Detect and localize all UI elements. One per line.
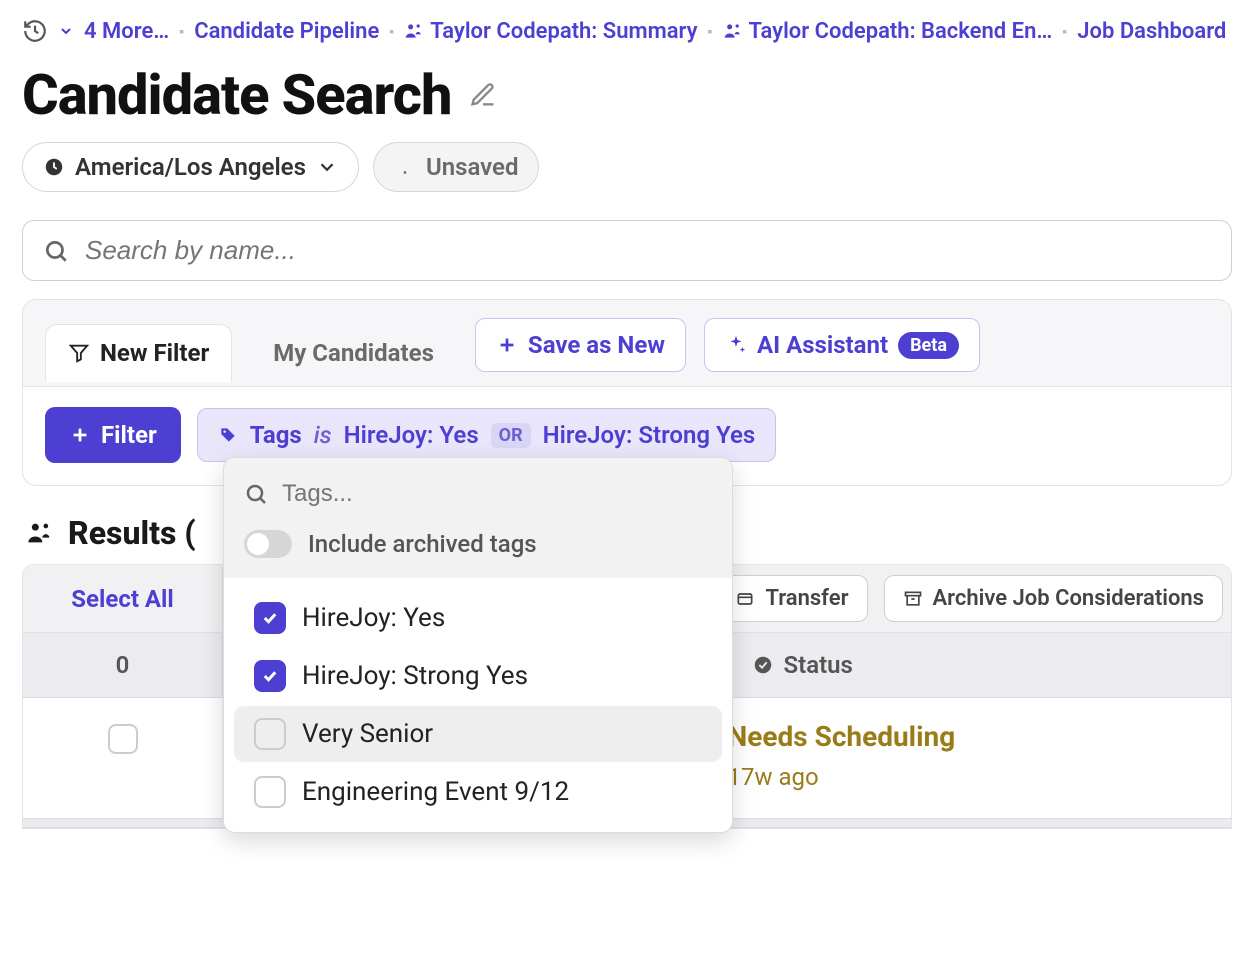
dropdown-option[interactable]: HireJoy: Strong Yes	[234, 648, 722, 704]
option-label: HireJoy: Strong Yes	[302, 661, 528, 691]
unsaved-label: Unsaved	[426, 153, 519, 181]
button-label: Save as New	[528, 331, 665, 359]
check-circle-icon	[752, 654, 774, 676]
button-label: AI Assistant	[757, 331, 888, 359]
status-text: Needs Scheduling	[728, 720, 1204, 753]
timezone-label: America/Los Angeles	[75, 153, 306, 181]
plus-icon	[69, 424, 91, 446]
people-icon	[26, 519, 54, 547]
breadcrumb-sep: ▪	[389, 23, 394, 40]
search-input[interactable]	[85, 235, 1211, 266]
filter-chip-tags[interactable]: Tags is HireJoy: Yes OR HireJoy: Strong …	[197, 408, 777, 462]
dropdown-option[interactable]: HireJoy: Yes	[234, 590, 722, 646]
include-archived-toggle[interactable]	[244, 530, 292, 558]
chip-value: HireJoy: Strong Yes	[543, 421, 756, 449]
column-label: Status	[784, 651, 853, 679]
tag-dropdown: Include archived tags HireJoy: Yes HireJ…	[223, 457, 733, 833]
checkbox-unchecked[interactable]	[254, 776, 286, 808]
alert-icon	[394, 156, 416, 178]
option-label: Very Senior	[302, 719, 433, 749]
transfer-button[interactable]: Transfer	[716, 575, 867, 622]
breadcrumb-more[interactable]: 4 More…	[84, 19, 169, 44]
tab-my-candidates[interactable]: My Candidates	[250, 324, 457, 382]
person-icon	[723, 21, 743, 41]
clock-icon	[43, 156, 65, 178]
ai-assistant-button[interactable]: AI Assistant Beta	[704, 318, 980, 372]
option-label: HireJoy: Yes	[302, 603, 445, 633]
tab-label: New Filter	[100, 339, 209, 367]
breadcrumb-item-dashboard[interactable]: Job Dashboard	[1077, 19, 1226, 44]
search-field[interactable]	[22, 220, 1232, 281]
funnel-icon	[68, 342, 90, 364]
dropdown-search-input[interactable]	[282, 480, 712, 508]
plus-icon	[496, 334, 518, 356]
row-checkbox[interactable]	[108, 724, 138, 754]
tab-new-filter[interactable]: New Filter	[45, 324, 232, 382]
breadcrumb-item-summary[interactable]: Taylor Codepath: Summary	[404, 19, 697, 44]
tab-label: My Candidates	[273, 339, 434, 367]
chip-or: OR	[491, 423, 531, 448]
chevron-down-icon[interactable]	[58, 23, 74, 39]
checkbox-unchecked[interactable]	[254, 718, 286, 750]
person-icon	[404, 21, 424, 41]
chip-op: is	[314, 421, 332, 449]
select-all-button[interactable]: Select All	[23, 567, 223, 631]
option-label: Engineering Event 9/12	[302, 777, 569, 807]
search-icon	[244, 482, 268, 506]
status-time: 17w ago	[728, 763, 1204, 791]
beta-badge: Beta	[898, 332, 959, 359]
toggle-label: Include archived tags	[308, 530, 537, 558]
search-icon	[43, 238, 69, 264]
add-filter-button[interactable]: Filter	[45, 407, 181, 463]
archive-button[interactable]: Archive Job Considerations	[884, 575, 1224, 622]
chip-field: Tags	[250, 421, 302, 449]
chip-value: HireJoy: Yes	[344, 421, 479, 449]
edit-icon[interactable]	[469, 81, 497, 109]
count-column-header: 0	[23, 633, 223, 697]
results-label: Results (	[68, 514, 196, 552]
breadcrumb-item-pipeline[interactable]: Candidate Pipeline	[194, 19, 379, 44]
save-as-new-button[interactable]: Save as New	[475, 318, 686, 372]
checkbox-checked[interactable]	[254, 602, 286, 634]
archive-icon	[903, 589, 923, 609]
timezone-selector[interactable]: America/Los Angeles	[22, 142, 359, 192]
breadcrumb-item-backend[interactable]: Taylor Codepath: Backend En…	[723, 19, 1053, 44]
transfer-icon	[735, 589, 755, 609]
dropdown-option[interactable]: Engineering Event 9/12	[234, 764, 722, 820]
button-label: Archive Job Considerations	[933, 586, 1205, 611]
chevron-down-icon	[316, 156, 338, 178]
history-icon[interactable]	[22, 18, 48, 44]
button-label: Transfer	[765, 586, 848, 611]
unsaved-badge: Unsaved	[373, 142, 540, 192]
breadcrumb-label: Taylor Codepath: Summary	[430, 19, 697, 44]
breadcrumb-sep: ▪	[708, 23, 713, 40]
dropdown-option[interactable]: Very Senior	[234, 706, 722, 762]
checkbox-checked[interactable]	[254, 660, 286, 692]
sparkle-icon	[725, 334, 747, 356]
status-column-header[interactable]: Status	[723, 633, 1232, 697]
breadcrumb-label: Taylor Codepath: Backend En…	[749, 19, 1053, 44]
breadcrumb-sep: ▪	[179, 23, 184, 40]
dropdown-search[interactable]	[244, 474, 712, 524]
button-label: Filter	[101, 421, 157, 449]
tag-icon	[218, 425, 238, 445]
filter-panel: New Filter My Candidates Save as New AI …	[22, 299, 1232, 486]
breadcrumb: 4 More… ▪ Candidate Pipeline ▪ Taylor Co…	[0, 0, 1254, 52]
breadcrumb-sep: ▪	[1062, 23, 1067, 40]
page-title: Candidate Search	[22, 62, 451, 128]
dropdown-options: HireJoy: Yes HireJoy: Strong Yes Very Se…	[224, 578, 732, 832]
